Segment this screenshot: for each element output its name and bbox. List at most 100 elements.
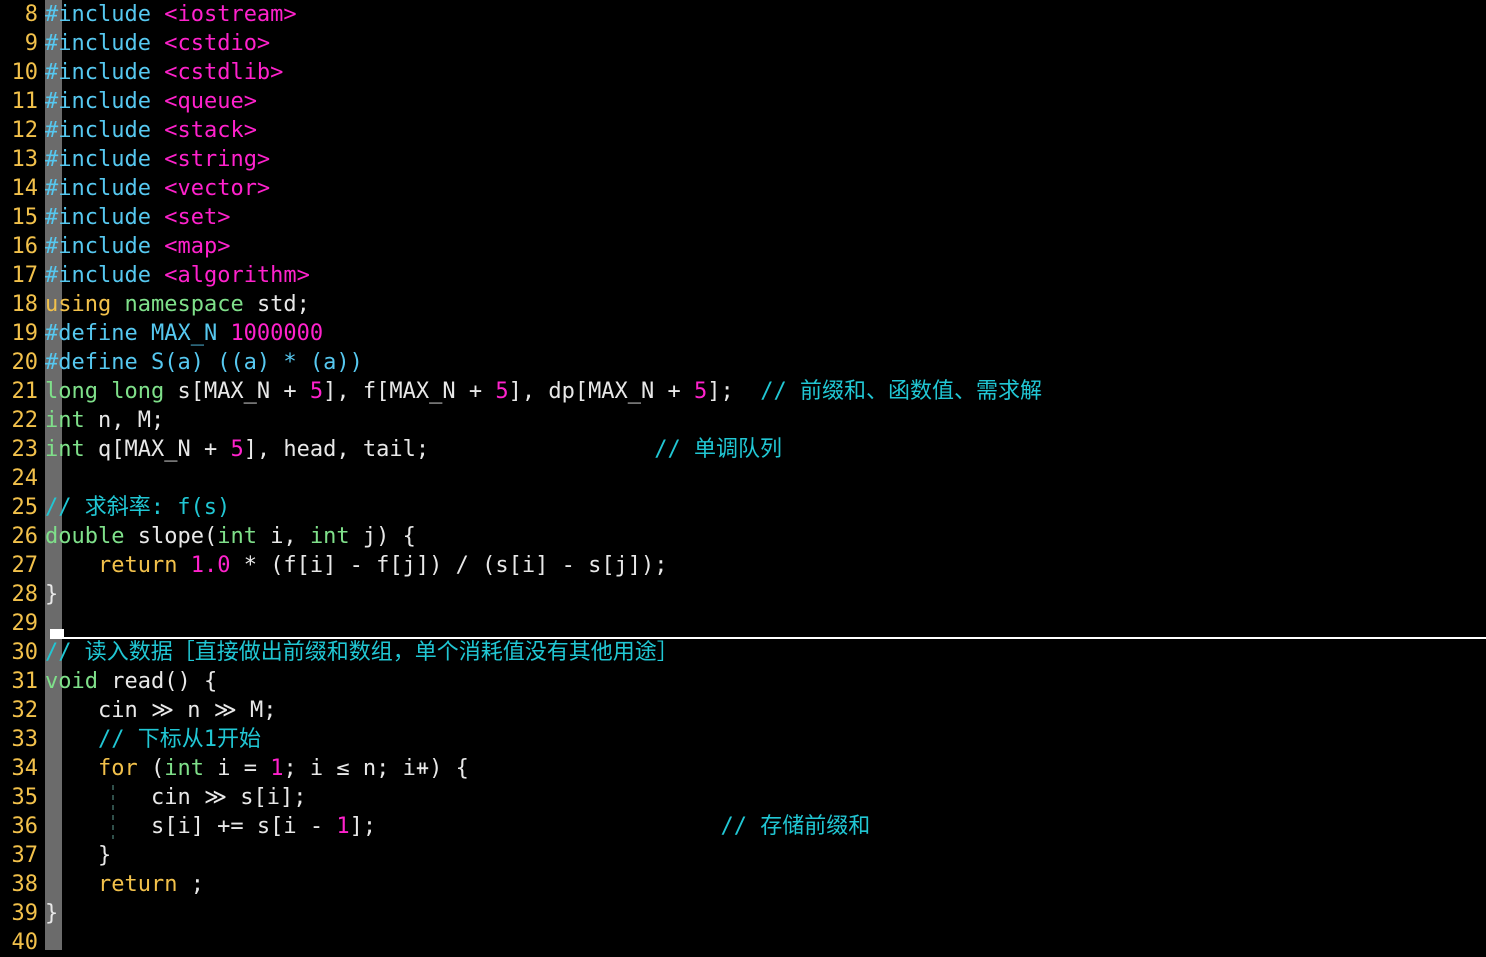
code-line-content[interactable]: using namespace std; bbox=[45, 290, 310, 319]
code-line-content[interactable]: for (int i = 1; i ≤ n; i⧺) { bbox=[45, 754, 469, 783]
line-number: 33 bbox=[11, 727, 39, 752]
code-line[interactable]: 16 #include <map> bbox=[0, 232, 1486, 261]
code-line-content[interactable]: #define S(a) ((a) * (a)) bbox=[45, 348, 363, 377]
code-line[interactable]: 12 #include <stack> bbox=[0, 116, 1486, 145]
code-line[interactable]: 29 bbox=[0, 609, 1486, 638]
token-txt: ], f[MAX_N + bbox=[323, 379, 496, 404]
code-line-content[interactable]: void read() { bbox=[45, 667, 217, 696]
code-line[interactable]: 21 long long s[MAX_N + 5], f[MAX_N + 5], … bbox=[0, 377, 1486, 406]
code-line[interactable]: 13 #include <string> bbox=[0, 145, 1486, 174]
line-number: 14 bbox=[11, 176, 39, 201]
code-lines-container[interactable]: 8 #include <iostream> 9 #include <cstdio> 10… bbox=[0, 0, 1486, 957]
line-number: 34 bbox=[11, 756, 39, 781]
code-line[interactable]: 15 #include <set> bbox=[0, 203, 1486, 232]
code-line-content[interactable]: #include <string> bbox=[45, 145, 270, 174]
code-line-content[interactable]: #define MAX_N 1000000 bbox=[45, 319, 323, 348]
code-line-content[interactable]: return 1.0 * (f[i] - f[j]) / (s[i] - s[j… bbox=[45, 551, 668, 580]
code-line[interactable]: 39} bbox=[0, 899, 1486, 928]
line-number: 36 bbox=[11, 814, 39, 839]
line-number: 37 bbox=[11, 843, 39, 868]
token-pre: #include bbox=[45, 147, 165, 172]
code-line-content[interactable]: #include <cstdio> bbox=[45, 29, 270, 58]
token-txt: ]; bbox=[349, 814, 721, 839]
line-number: 20 bbox=[11, 350, 39, 375]
code-line-content[interactable]: double slope(int i, int j) { bbox=[45, 522, 416, 551]
code-line[interactable]: 35 cin ≫ s[i]; bbox=[0, 783, 1486, 812]
code-line-content[interactable]: #include <algorithm> bbox=[45, 261, 310, 290]
code-line-content[interactable]: cin ≫ n ≫ M; bbox=[45, 696, 277, 725]
line-number: 35 bbox=[11, 785, 39, 810]
code-line-content[interactable]: #include <map> bbox=[45, 232, 230, 261]
token-hdr: <set> bbox=[164, 205, 231, 230]
code-line[interactable]: 40 bbox=[0, 928, 1486, 957]
code-line-content[interactable]: return ; bbox=[45, 870, 204, 899]
token-type: int bbox=[309, 524, 363, 549]
code-line[interactable]: 10 #include <cstdlib> bbox=[0, 58, 1486, 87]
code-line-content[interactable]: #include <stack> bbox=[45, 116, 257, 145]
code-line[interactable]: 31 void read() { bbox=[0, 667, 1486, 696]
code-line[interactable]: 20 #define S(a) ((a) * (a)) bbox=[0, 348, 1486, 377]
token-pre: #include bbox=[45, 205, 165, 230]
code-line-content[interactable]: cin ≫ s[i]; bbox=[45, 783, 307, 812]
token-pre: #include bbox=[45, 2, 165, 27]
code-line-content[interactable]: // 下标从1开始 bbox=[45, 725, 261, 754]
code-line[interactable]: 23 int q[MAX_N + 5], head, tail; // 单调队列 bbox=[0, 435, 1486, 464]
code-line-content[interactable]: } bbox=[45, 841, 111, 870]
token-txt: } bbox=[45, 901, 59, 926]
code-line[interactable]: 32 cin ≫ n ≫ M; bbox=[0, 696, 1486, 725]
code-line[interactable]: 18 using namespace std; bbox=[0, 290, 1486, 319]
token-type: int bbox=[45, 437, 98, 462]
line-number: 31 bbox=[11, 669, 39, 694]
code-line[interactable]: 14 #include <vector> bbox=[0, 174, 1486, 203]
code-line[interactable]: 25// 求斜率: f(s) bbox=[0, 493, 1486, 522]
token-txt: i = bbox=[217, 756, 271, 781]
token-pre: #include bbox=[45, 31, 165, 56]
code-line-content[interactable]: int n, M; bbox=[45, 406, 164, 435]
token-txt: s[i] += s[i - bbox=[45, 814, 337, 839]
token-txt: q[MAX_N + bbox=[97, 437, 231, 462]
code-line[interactable]: 8 #include <iostream> bbox=[0, 0, 1486, 29]
code-line[interactable]: 11 #include <queue> bbox=[0, 87, 1486, 116]
token-type: long long bbox=[45, 379, 178, 404]
code-line-content[interactable]: int q[MAX_N + 5], head, tail; // 单调队列 bbox=[45, 435, 782, 464]
code-line[interactable]: 26 double slope(int i, int j) { bbox=[0, 522, 1486, 551]
code-line-content[interactable]: long long s[MAX_N + 5], f[MAX_N + 5], dp… bbox=[45, 377, 1042, 406]
line-number: 9 bbox=[24, 31, 38, 56]
token-hdr: <algorithm> bbox=[164, 263, 310, 288]
code-line[interactable]: 38 return ; bbox=[0, 870, 1486, 899]
code-line[interactable]: 19 #define MAX_N 1000000 bbox=[0, 319, 1486, 348]
code-line[interactable]: 17 #include <algorithm> bbox=[0, 261, 1486, 290]
code-line-content[interactable]: // 求斜率: f(s) bbox=[45, 493, 230, 522]
code-line[interactable]: 27 return 1.0 * (f[i] - f[j]) / (s[i] - … bbox=[0, 551, 1486, 580]
code-line-content[interactable]: #include <vector> bbox=[45, 174, 270, 203]
line-number: 29 bbox=[11, 611, 39, 636]
code-line-content[interactable]: } bbox=[45, 580, 58, 609]
code-line[interactable]: 30// 读入数据［直接做出前缀和数组，单个消耗值没有其他用途］ bbox=[0, 638, 1486, 667]
code-line[interactable]: 34 for (int i = 1; i ≤ n; i⧺) { bbox=[0, 754, 1486, 783]
token-num: 5 bbox=[495, 379, 509, 404]
code-line[interactable]: 33 // 下标从1开始 bbox=[0, 725, 1486, 754]
code-line-content[interactable]: #include <set> bbox=[45, 203, 230, 232]
code-line-content[interactable]: // 读入数据［直接做出前缀和数组，单个消耗值没有其他用途］ bbox=[45, 638, 679, 667]
code-line-content[interactable]: s[i] += s[i - 1]; // 存储前缀和 bbox=[45, 812, 870, 841]
token-type: int bbox=[217, 524, 271, 549]
code-line[interactable]: 36 s[i] += s[i - 1]; // 存储前缀和 bbox=[0, 812, 1486, 841]
code-line[interactable]: 37 } bbox=[0, 841, 1486, 870]
token-pre: #include bbox=[45, 176, 165, 201]
code-line-content[interactable]: #include <cstdlib> bbox=[45, 58, 283, 87]
line-number: 11 bbox=[11, 89, 39, 114]
code-line-content[interactable]: #include <iostream> bbox=[45, 0, 297, 29]
code-line-content[interactable]: } bbox=[45, 899, 58, 928]
code-line[interactable]: 24 bbox=[0, 464, 1486, 493]
code-line[interactable]: 28} bbox=[0, 580, 1486, 609]
code-line[interactable]: 9 #include <cstdio> bbox=[0, 29, 1486, 58]
token-type: double bbox=[45, 524, 138, 549]
code-line-content[interactable]: #include <queue> bbox=[45, 87, 257, 116]
code-editor-viewport[interactable]: 8 #include <iostream> 9 #include <cstdio> 10… bbox=[0, 0, 1486, 955]
token-txt: ( bbox=[150, 756, 165, 781]
code-line[interactable]: 22 int n, M; bbox=[0, 406, 1486, 435]
fold-separator-marker[interactable] bbox=[50, 629, 64, 639]
token-txt: ], head, tail; bbox=[243, 437, 655, 462]
